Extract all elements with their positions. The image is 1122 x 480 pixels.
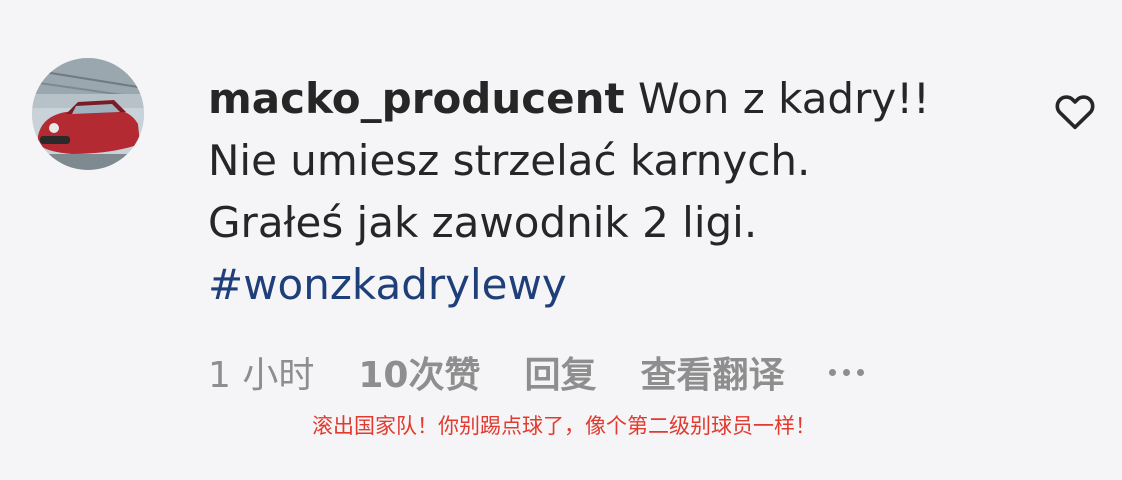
dot [842, 368, 850, 376]
dot [856, 368, 864, 376]
comment-time: 1 小时 [208, 355, 315, 396]
like-button[interactable] [1052, 88, 1098, 134]
comment: macko_producent Won z kadry!! Nie umiesz… [0, 0, 1122, 480]
comment-body: macko_producent Won z kadry!! Nie umiesz… [208, 68, 1008, 316]
avatar-photo [32, 58, 144, 170]
translation-caption: 滚出国家队！你别踢点球了，像个第二级别球员一样！ [312, 414, 816, 438]
see-translation-button[interactable]: 查看翻译 [640, 346, 784, 398]
reply-button[interactable]: 回复 [524, 346, 596, 398]
likes-count[interactable]: 10次赞 [358, 346, 480, 398]
avatar[interactable] [32, 58, 144, 170]
dot [828, 368, 836, 376]
comment-text-2: Nie umiesz strzelać karnych. [208, 136, 811, 185]
comment-meta: 1 小时 10次赞 回复 查看翻译 [208, 340, 864, 404]
more-options-icon[interactable] [828, 368, 864, 376]
hashtag-link[interactable]: #wonzkadrylewy [208, 254, 1008, 316]
comment-text-1: Won z kadry!! [624, 74, 930, 123]
username-link[interactable]: macko_producent [208, 74, 625, 123]
comment-text-3: Grałeś jak zawodnik 2 ligi. [208, 198, 758, 247]
comment-line-1: macko_producent Won z kadry!! [208, 68, 1008, 130]
heart-icon [1055, 95, 1095, 130]
